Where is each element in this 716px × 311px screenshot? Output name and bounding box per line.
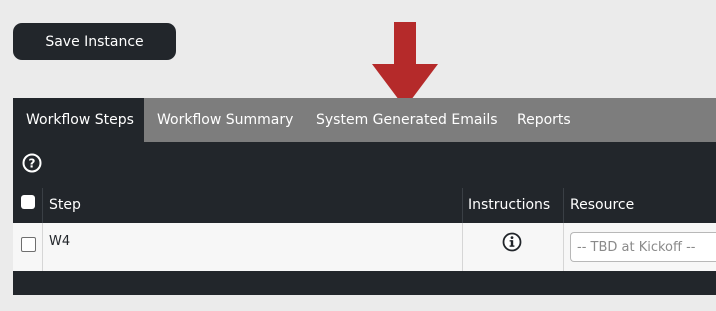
tab-workflow-steps[interactable]: Workflow Steps: [13, 98, 144, 142]
cell-divider: [563, 223, 564, 271]
step-name: W4: [49, 234, 71, 249]
row-checkbox[interactable]: [21, 237, 36, 252]
header-divider: [563, 188, 564, 223]
step-column-header: Step: [49, 197, 81, 213]
header-divider: [42, 188, 43, 223]
annotation-arrow: [372, 22, 438, 108]
select-all-checkbox[interactable]: [21, 195, 35, 209]
workflow-panel: Workflow Steps Workflow Summary System G…: [13, 98, 716, 295]
header-divider: [462, 188, 463, 223]
help-icon[interactable]: ?: [22, 153, 42, 173]
cell-divider: [462, 223, 463, 271]
resource-column-header[interactable]: Resource: [570, 197, 634, 213]
tab-system-generated-emails[interactable]: System Generated Emails: [316, 98, 498, 142]
resource-select[interactable]: -- TBD at Kickoff --: [570, 232, 716, 262]
instructions-column-header: Instructions: [468, 197, 551, 213]
tab-reports[interactable]: Reports: [517, 98, 571, 142]
cell-divider: [42, 223, 43, 271]
svg-text:?: ?: [29, 157, 36, 171]
save-instance-button[interactable]: Save Instance: [13, 23, 176, 60]
info-icon[interactable]: [502, 232, 522, 252]
tab-workflow-summary[interactable]: Workflow Summary: [157, 98, 293, 142]
tab-bar: Workflow Steps Workflow Summary System G…: [13, 98, 716, 142]
